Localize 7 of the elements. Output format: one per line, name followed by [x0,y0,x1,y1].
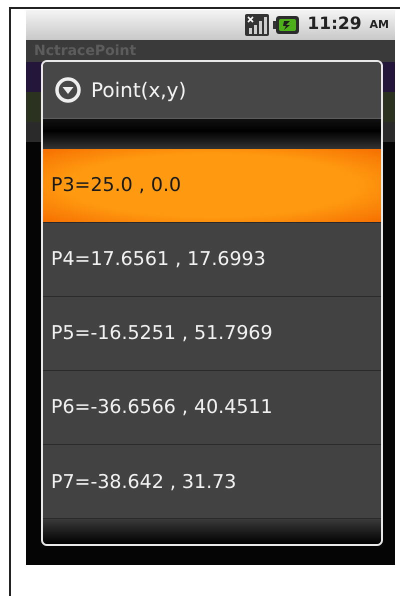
dialog-title: Point(x,y) [91,77,186,104]
clock-meridiem: AM [370,16,389,33]
point-list-item[interactable]: P3=25.0 , 0.0 [43,148,381,223]
signal-icon [245,14,270,36]
clock-time: 11:29 [307,13,362,36]
dropdown-circle-icon [55,77,81,104]
battery-charging-icon [273,16,300,34]
